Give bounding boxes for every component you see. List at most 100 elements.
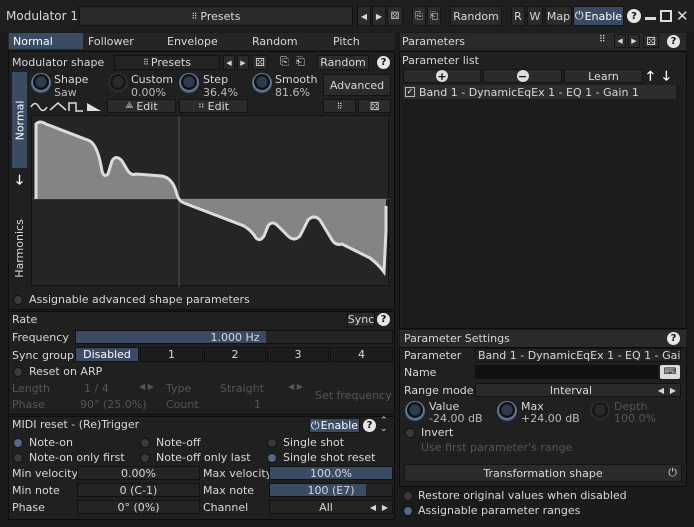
side-tab-normal[interactable]: Normal: [12, 72, 27, 168]
maximize-icon[interactable]: [660, 10, 672, 22]
sync-group-3[interactable]: 3: [267, 347, 329, 362]
grid-icon: ⠿: [143, 58, 149, 67]
shape-next-button[interactable]: ▶: [237, 55, 249, 70]
single-shot-checkbox[interactable]: [267, 438, 277, 448]
step-knob[interactable]: [179, 73, 199, 93]
learn-button[interactable]: Learn: [564, 69, 643, 83]
sync-group-disabled[interactable]: Disabled: [75, 347, 139, 362]
shape-copy-icon[interactable]: ⎘: [280, 55, 289, 69]
waveform-display[interactable]: [31, 115, 390, 287]
down-arrow-icon[interactable]: 🡓: [12, 171, 27, 188]
chevron-left-icon: ◀: [226, 58, 232, 67]
settings-help-icon[interactable]: ?: [667, 332, 680, 345]
shape-help-icon[interactable]: ?: [377, 56, 390, 69]
sync-group-4[interactable]: 4: [330, 347, 393, 362]
midi-enable-button[interactable]: ⏻ Enable: [309, 418, 360, 433]
value-knob[interactable]: [405, 401, 425, 421]
power-icon: ⏻: [574, 9, 584, 22]
write-automation-button[interactable]: W: [527, 6, 543, 26]
parameter-list: [402, 84, 682, 328]
read-automation-button[interactable]: R: [511, 6, 525, 26]
side-tab-harmonics[interactable]: Harmonics: [12, 189, 27, 307]
midi-help-icon[interactable]: ?: [363, 419, 376, 432]
shape-dice2-button[interactable]: ⚄: [358, 99, 391, 113]
params-next-button[interactable]: ▶: [628, 34, 640, 48]
channel-select[interactable]: All ◀ ▶: [269, 500, 393, 514]
shape-knob[interactable]: [31, 73, 51, 93]
rate-help-icon[interactable]: ?: [377, 313, 390, 326]
parameter-value-field[interactable]: Band 1 - DynamicEqEx 1 - EQ 1 - Gain 1: [475, 348, 681, 362]
wave-shape-icons[interactable]: [29, 100, 105, 113]
name-input[interactable]: [475, 365, 658, 379]
min-velocity-slider[interactable]: 0.00%: [77, 466, 200, 480]
randomize-dice-button[interactable]: ⚄: [387, 6, 403, 26]
next-preset-button[interactable]: ▶: [372, 6, 386, 26]
shape-prev-button[interactable]: ◀: [223, 55, 235, 70]
depth-knob[interactable]: [590, 401, 610, 421]
params-help-icon[interactable]: ?: [667, 35, 680, 48]
grid-icon: ⠿: [336, 101, 343, 111]
tab-normal[interactable]: Normal: [9, 33, 83, 49]
params-prev-button[interactable]: ◀: [614, 34, 626, 48]
single-shot-reset-checkbox[interactable]: [267, 453, 277, 463]
range-mode-select[interactable]: Interval ◀ ▶: [475, 383, 681, 397]
remove-parameter-button[interactable]: −: [483, 69, 562, 83]
presets-button[interactable]: ⠿ Presets: [79, 6, 353, 26]
enable-button[interactable]: ⏻ Enable: [573, 6, 624, 26]
midi-phase-slider[interactable]: 0° (0%): [77, 500, 200, 514]
edit-steps-button[interactable]: ⠶ Edit: [179, 99, 248, 113]
midi-updown-icon[interactable]: ⌃ ⌄: [380, 417, 388, 434]
copy-button[interactable]: ⎘: [412, 6, 426, 26]
shape-paste-icon[interactable]: ⎗: [296, 55, 305, 69]
frequency-slider[interactable]: 1.000 Hz: [75, 330, 393, 344]
max-knob[interactable]: [497, 401, 517, 421]
random-button[interactable]: Random: [450, 6, 502, 26]
transformation-shape-button[interactable]: Transformation shape ⏻: [404, 464, 682, 482]
invert-checkbox[interactable]: [405, 428, 415, 438]
sync-group-2[interactable]: 2: [204, 347, 266, 362]
shape-random-button[interactable]: Random: [317, 55, 369, 70]
map-button[interactable]: Map: [545, 6, 572, 26]
note-off-only-last-checkbox[interactable]: [140, 453, 150, 463]
tab-envelope[interactable]: Envelope: [163, 33, 247, 49]
assignable-advanced-checkbox[interactable]: [13, 295, 23, 305]
parameter-checkbox[interactable]: ✓: [405, 87, 415, 97]
reset-on-arp-checkbox[interactable]: [13, 367, 23, 377]
keyboard-icon[interactable]: ⌨: [660, 365, 680, 379]
assignable-ranges-checkbox[interactable]: [403, 506, 413, 516]
dice-icon: ⚄: [369, 99, 380, 113]
note-off-checkbox[interactable]: [140, 438, 150, 448]
note-on-only-first-checkbox[interactable]: [13, 453, 23, 463]
grid-button[interactable]: ⠿: [323, 99, 356, 113]
copy-icon: ⎘: [415, 10, 423, 22]
nodes-icon: ⟁: [125, 101, 134, 111]
shape-presets-button[interactable]: ⠿ Presets: [114, 55, 220, 70]
add-parameter-button[interactable]: +: [403, 69, 481, 83]
wave-shapes-icon: [30, 102, 101, 112]
note-on-checkbox[interactable]: [13, 438, 23, 448]
minimize-icon[interactable]: [645, 17, 656, 20]
restore-original-checkbox[interactable]: [403, 491, 413, 501]
params-grid-icon[interactable]: ⠿: [599, 35, 606, 45]
shape-dice-button[interactable]: ⚄: [252, 55, 268, 70]
max-note-slider[interactable]: 100 (E7): [269, 483, 393, 497]
paste-button[interactable]: ⎗: [427, 6, 441, 26]
tab-random[interactable]: Random: [248, 33, 328, 49]
advanced-button[interactable]: Advanced: [323, 74, 391, 96]
smooth-knob[interactable]: [252, 73, 272, 93]
max-velocity-slider[interactable]: 100.0%: [269, 466, 393, 480]
help-icon[interactable]: ?: [627, 9, 641, 23]
sync-group-1[interactable]: 1: [140, 347, 203, 362]
shape-panel-title: Modulator shape: [12, 56, 105, 69]
min-note-slider[interactable]: 0 (C-1): [77, 483, 200, 497]
custom-knob[interactable]: [108, 73, 128, 93]
close-icon[interactable]: ✕: [676, 6, 690, 26]
steps-icon: ⠶: [198, 101, 205, 111]
chevron-right-icon: ▶: [631, 37, 637, 45]
prev-preset-button[interactable]: ◀: [357, 6, 371, 26]
tab-follower[interactable]: Follower: [84, 33, 162, 49]
sync-button[interactable]: Sync: [347, 312, 375, 327]
edit-shape-button[interactable]: ⟁ Edit: [107, 99, 176, 113]
params-dice-button[interactable]: ⚄: [643, 34, 659, 48]
tab-pitch[interactable]: Pitch: [329, 33, 395, 49]
